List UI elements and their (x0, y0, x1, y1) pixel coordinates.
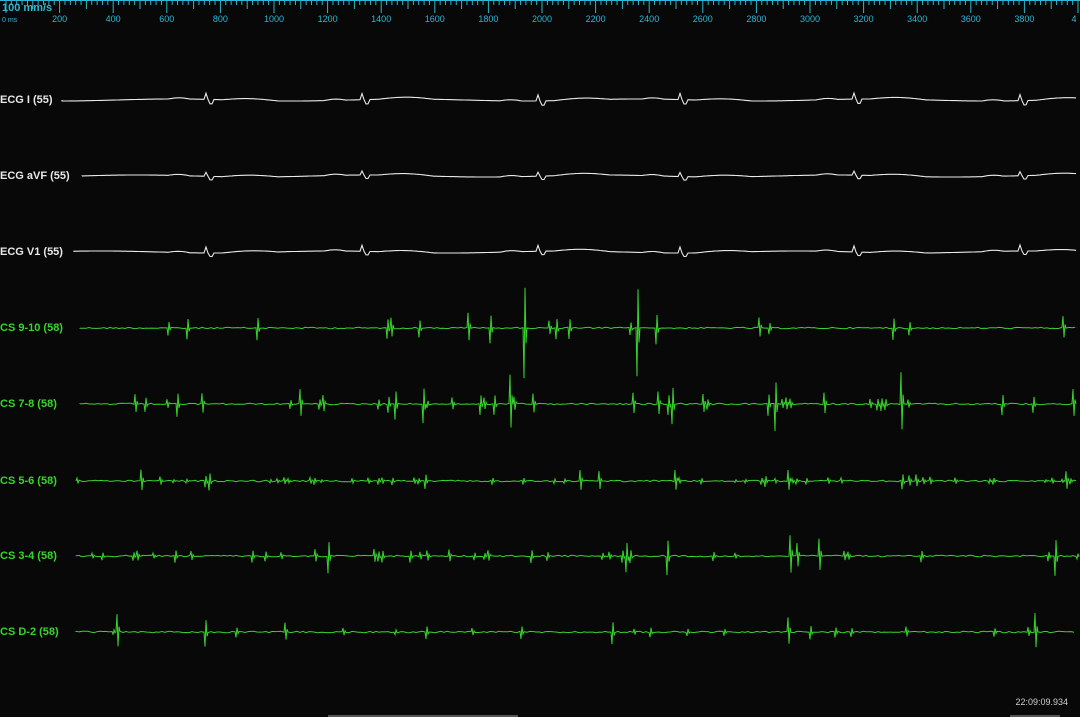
trace-ecg-v1 (73, 243, 1077, 258)
channel-label-ecg-v1[interactable]: ECG V1 (55) (0, 246, 63, 258)
channel-label-cs-5-6[interactable]: CS 5-6 (58) (0, 475, 57, 487)
trace-ecg-avf (81, 169, 1077, 181)
channel-label-cs-d-2[interactable]: CS D-2 (58) (0, 626, 59, 638)
channel-label-cs-3-4[interactable]: CS 3-4 (58) (0, 550, 57, 562)
trace-cs-3-4 (75, 535, 1080, 576)
timestamp: 22:09:09.934 (1015, 697, 1068, 707)
channel-label-cs-7-8[interactable]: CS 7-8 (58) (0, 398, 57, 410)
trace-ecg-i (61, 91, 1077, 106)
signal-traces (61, 91, 1080, 648)
trace-cs-9-10 (79, 287, 1076, 379)
trace-cs-5-6 (75, 469, 1077, 491)
trace-cs-d-2 (75, 612, 1075, 648)
channel-label-ecg-avf[interactable]: ECG aVF (55) (0, 170, 70, 182)
channel-label-ecg-i[interactable]: ECG I (55) (0, 94, 53, 106)
trace-cs-7-8 (79, 372, 1077, 432)
channel-label-cs-9-10[interactable]: CS 9-10 (58) (0, 322, 63, 334)
